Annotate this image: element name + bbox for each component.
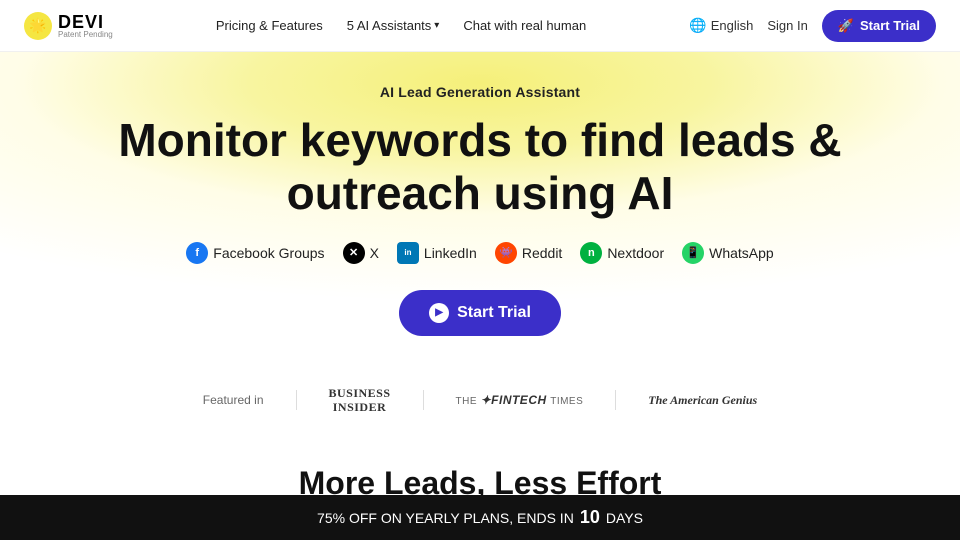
divider2 xyxy=(423,390,424,410)
hero-start-trial-button[interactable]: ▶ Start Trial xyxy=(399,290,561,336)
platform-nextdoor-label: Nextdoor xyxy=(607,245,664,261)
nav-links: Pricing & Features 5 AI Assistants ▾ Cha… xyxy=(216,18,586,33)
promo-text: 75% OFF ON YEARLY PLANS, ENDS IN xyxy=(317,510,574,526)
platform-linkedin-label: LinkedIn xyxy=(424,245,477,261)
featured-section: Featured in BUSINESSINSIDER THE ✦FINTECH… xyxy=(0,364,960,433)
nav-right: 🌐 English Sign In 🚀 Start Trial xyxy=(689,10,936,42)
linkedin-icon: in xyxy=(397,242,419,264)
platform-list: f Facebook Groups ✕ X in LinkedIn 👾 Redd… xyxy=(20,242,940,264)
x-icon: ✕ xyxy=(343,242,365,264)
platform-x-label: X xyxy=(370,245,379,261)
nav-start-trial-button[interactable]: 🚀 Start Trial xyxy=(822,10,936,42)
divider3 xyxy=(615,390,616,410)
featured-label: Featured in xyxy=(203,393,264,407)
hero-subtitle: AI Lead Generation Assistant xyxy=(20,84,940,100)
logo-icon: 🌟 xyxy=(24,12,52,40)
platform-facebook-label: Facebook Groups xyxy=(213,245,324,261)
promo-suffix: DAYS xyxy=(606,510,643,526)
logo[interactable]: 🌟 DEVI Patent Pending xyxy=(24,12,113,40)
facebook-icon: f xyxy=(186,242,208,264)
nav-assistants[interactable]: 5 AI Assistants ▾ xyxy=(347,18,440,33)
platform-nextdoor: n Nextdoor xyxy=(580,242,664,264)
language-selector[interactable]: 🌐 English xyxy=(689,17,753,34)
play-icon: ▶ xyxy=(429,303,449,323)
platform-linkedin: in LinkedIn xyxy=(397,242,477,264)
chevron-down-icon: ▾ xyxy=(434,20,439,31)
promo-number: 10 xyxy=(580,507,600,528)
platform-facebook: f Facebook Groups xyxy=(186,242,324,264)
language-label: English xyxy=(711,18,754,33)
logo-sub: Patent Pending xyxy=(58,31,113,39)
nextdoor-icon: n xyxy=(580,242,602,264)
platform-whatsapp-label: WhatsApp xyxy=(709,245,774,261)
reddit-icon: 👾 xyxy=(495,242,517,264)
cta-label: Start Trial xyxy=(457,304,531,322)
platform-reddit-label: Reddit xyxy=(522,245,562,261)
fintech-times-logo: THE ✦FINTECH TIMES xyxy=(456,393,584,407)
american-genius-logo: The American Genius xyxy=(648,393,757,408)
navbar: 🌟 DEVI Patent Pending Pricing & Features… xyxy=(0,0,960,52)
business-insider-logo: BUSINESSINSIDER xyxy=(329,386,391,415)
promo-banner: 75% OFF ON YEARLY PLANS, ENDS IN 10 DAYS xyxy=(0,495,960,540)
sign-in-link[interactable]: Sign In xyxy=(767,18,807,33)
platform-reddit: 👾 Reddit xyxy=(495,242,562,264)
logo-text: DEVI Patent Pending xyxy=(58,13,113,39)
rocket-icon: 🚀 xyxy=(838,18,854,34)
nav-pricing[interactable]: Pricing & Features xyxy=(216,18,323,33)
whatsapp-icon: 📱 xyxy=(682,242,704,264)
translate-icon: 🌐 xyxy=(689,17,706,34)
nav-chat[interactable]: Chat with real human xyxy=(463,18,586,33)
divider xyxy=(296,390,297,410)
hero-section: AI Lead Generation Assistant Monitor key… xyxy=(0,52,960,364)
platform-x: ✕ X xyxy=(343,242,379,264)
hero-title: Monitor keywords to find leads & outreac… xyxy=(105,114,855,220)
logo-name: DEVI xyxy=(58,13,113,31)
platform-whatsapp: 📱 WhatsApp xyxy=(682,242,774,264)
